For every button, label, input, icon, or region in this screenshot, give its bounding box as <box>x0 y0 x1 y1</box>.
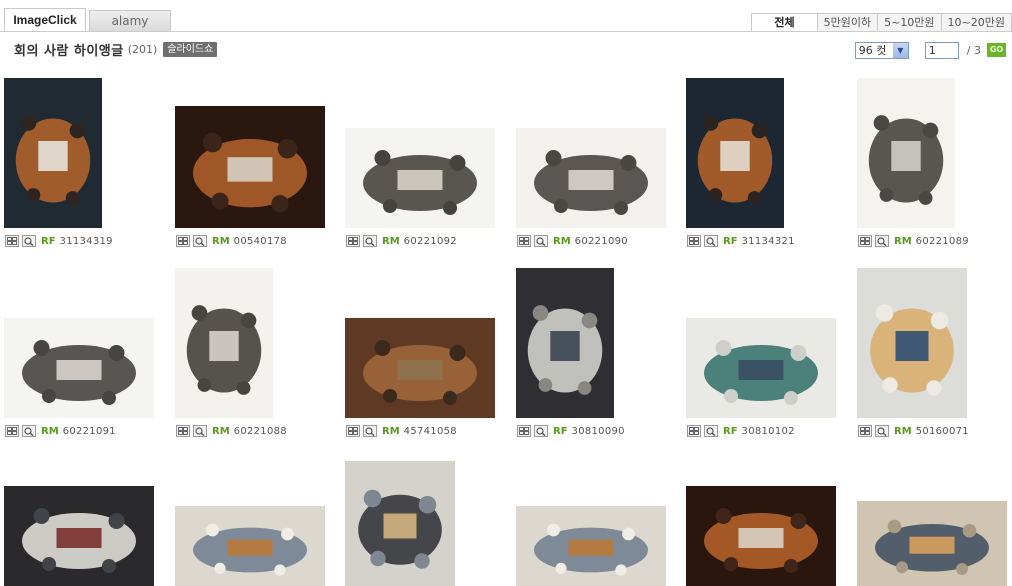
image-thumbnail[interactable] <box>345 461 455 586</box>
search-title: 회의 사람 하이앵글 <box>14 43 124 59</box>
image-thumbnail[interactable] <box>175 106 325 228</box>
image-meta: RM 60221090 <box>517 234 628 248</box>
license-type: RM <box>894 425 912 437</box>
source-tabs: ImageClick alamy <box>4 8 171 32</box>
license-type: RF <box>723 425 738 437</box>
image-code[interactable]: 60221091 <box>63 426 116 437</box>
image-code[interactable]: 30810102 <box>742 426 795 437</box>
image-thumbnail[interactable] <box>4 486 154 586</box>
image-meta: RM 60221092 <box>346 234 457 248</box>
lightbox-icon[interactable] <box>517 425 531 437</box>
tab-price-100k-200k[interactable]: 10~20만원 <box>940 13 1012 32</box>
zoom-icon[interactable] <box>22 425 36 437</box>
zoom-icon[interactable] <box>363 425 377 437</box>
image-thumbnail[interactable] <box>516 268 614 418</box>
zoom-icon[interactable] <box>704 235 718 247</box>
license-type: RF <box>553 425 568 437</box>
zoom-icon[interactable] <box>534 425 548 437</box>
lightbox-icon[interactable] <box>687 235 701 247</box>
tab-price-under-50k[interactable]: 5만원이하 <box>816 13 879 32</box>
license-type: RM <box>382 425 400 437</box>
zoom-icon[interactable] <box>193 235 207 247</box>
image-thumbnail[interactable] <box>516 506 666 586</box>
lightbox-icon[interactable] <box>346 425 360 437</box>
image-code[interactable]: 45741058 <box>404 426 457 437</box>
image-code[interactable]: 60221088 <box>234 426 287 437</box>
image-thumbnail[interactable] <box>686 78 784 228</box>
chevron-down-icon: ▼ <box>892 42 908 58</box>
license-type: RM <box>894 235 912 247</box>
image-meta: RM 60221088 <box>176 424 287 438</box>
image-meta: RF 31134321 <box>687 234 795 248</box>
image-thumbnail[interactable] <box>516 128 666 228</box>
license-type: RF <box>41 235 56 247</box>
image-meta: RM 00540178 <box>176 234 287 248</box>
slideshow-button[interactable]: 슬라이드쇼 <box>163 41 218 57</box>
image-code[interactable]: 30810090 <box>572 426 625 437</box>
page-number-input[interactable]: 1 <box>924 41 959 59</box>
license-type: RF <box>723 235 738 247</box>
image-thumbnail[interactable] <box>345 128 495 228</box>
license-type: RM <box>382 235 400 247</box>
lightbox-icon[interactable] <box>176 425 190 437</box>
per-page-value: 96 컷 <box>858 44 887 57</box>
image-meta: RM 60221091 <box>5 424 116 438</box>
lightbox-icon[interactable] <box>5 425 19 437</box>
zoom-icon[interactable] <box>363 235 377 247</box>
image-thumbnail[interactable] <box>857 501 1007 586</box>
image-thumbnail[interactable] <box>175 506 325 586</box>
lightbox-icon[interactable] <box>858 235 872 247</box>
image-meta: RF 31134319 <box>5 234 113 248</box>
image-thumbnail[interactable] <box>686 318 836 418</box>
zoom-icon[interactable] <box>704 425 718 437</box>
result-count: (201) <box>127 42 158 56</box>
image-code[interactable]: 50160071 <box>916 426 969 437</box>
image-thumbnail[interactable] <box>4 318 154 418</box>
tab-divider <box>0 31 1012 32</box>
image-meta: RM 60221089 <box>858 234 969 248</box>
image-meta: RM 45741058 <box>346 424 457 438</box>
go-button[interactable]: GO <box>987 43 1006 57</box>
image-meta: RM 50160071 <box>858 424 969 438</box>
tab-price-all[interactable]: 전체 <box>751 13 818 32</box>
per-page-select[interactable]: 96 컷 ▼ <box>854 41 909 59</box>
tab-alamy[interactable]: alamy <box>89 10 171 32</box>
image-code[interactable]: 31134319 <box>60 236 113 247</box>
image-meta: RF 30810090 <box>517 424 625 438</box>
lightbox-icon[interactable] <box>687 425 701 437</box>
image-code[interactable]: 60221092 <box>404 236 457 247</box>
image-thumbnail[interactable] <box>4 78 102 228</box>
zoom-icon[interactable] <box>193 425 207 437</box>
zoom-icon[interactable] <box>534 235 548 247</box>
image-meta: RF 30810102 <box>687 424 795 438</box>
image-code[interactable]: 31134321 <box>742 236 795 247</box>
page-total: / 3 <box>966 43 981 57</box>
image-code[interactable]: 60221089 <box>916 236 969 247</box>
license-type: RM <box>212 425 230 437</box>
license-type: RM <box>553 235 571 247</box>
image-thumbnail[interactable] <box>686 486 836 586</box>
license-type: RM <box>212 235 230 247</box>
image-code[interactable]: 00540178 <box>234 236 287 247</box>
paging-controls: 96 컷 ▼ 1 / 3 GO <box>854 41 1006 59</box>
image-code[interactable]: 60221090 <box>575 236 628 247</box>
image-thumbnail[interactable] <box>175 268 273 418</box>
image-thumbnail[interactable] <box>857 78 955 228</box>
zoom-icon[interactable] <box>875 425 889 437</box>
lightbox-icon[interactable] <box>5 235 19 247</box>
results-header: 회의 사람 하이앵글 (201) 슬라이드쇼 <box>14 40 218 59</box>
zoom-icon[interactable] <box>875 235 889 247</box>
price-filter-tabs: 전체 5만원이하 5~10만원 10~20만원 <box>751 13 1012 32</box>
lightbox-icon[interactable] <box>517 235 531 247</box>
zoom-icon[interactable] <box>22 235 36 247</box>
tab-imageclick[interactable]: ImageClick <box>4 8 86 32</box>
lightbox-icon[interactable] <box>176 235 190 247</box>
lightbox-icon[interactable] <box>858 425 872 437</box>
license-type: RM <box>41 425 59 437</box>
tab-price-50k-100k[interactable]: 5~10만원 <box>877 13 942 32</box>
image-thumbnail[interactable] <box>857 268 967 418</box>
image-thumbnail[interactable] <box>345 318 495 418</box>
lightbox-icon[interactable] <box>346 235 360 247</box>
